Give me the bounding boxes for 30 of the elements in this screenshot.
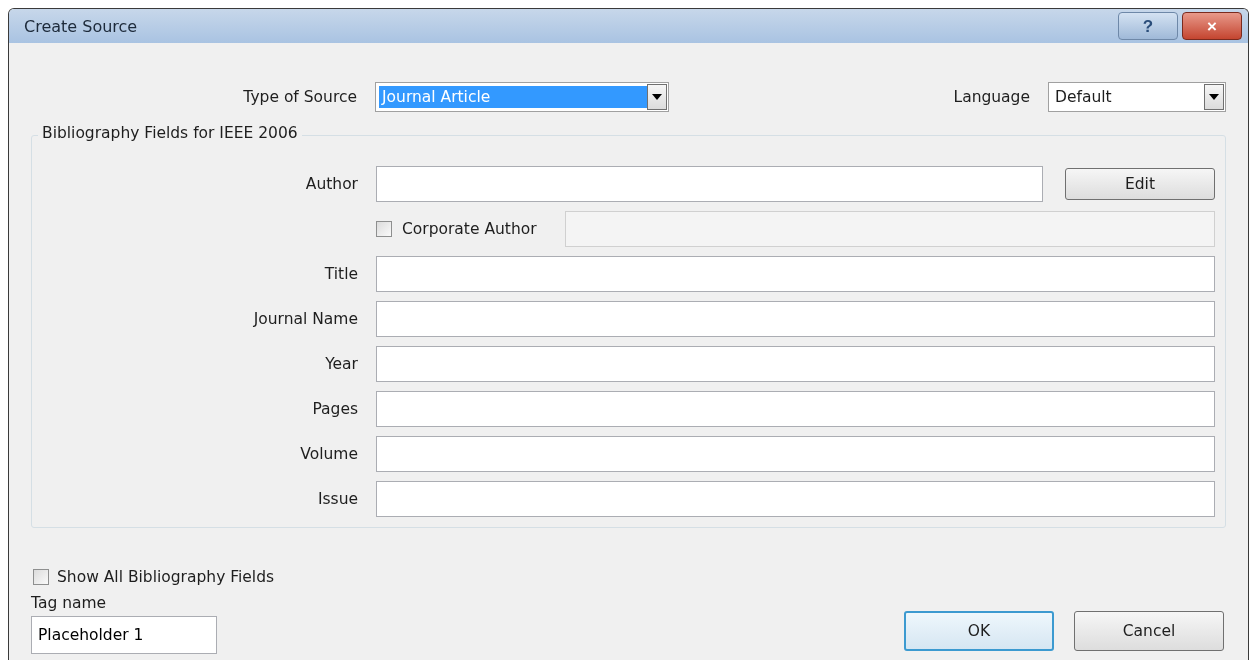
field-label: Volume bbox=[299, 445, 358, 463]
field-label: Title bbox=[323, 265, 358, 283]
cancel-button[interactable]: Cancel bbox=[1074, 611, 1224, 651]
window-title: Create Source bbox=[24, 16, 138, 36]
field-label: Journal Name bbox=[252, 310, 358, 328]
group-title: Bibliography Fields for IEEE 2006 bbox=[38, 124, 302, 142]
field-label: Issue bbox=[316, 490, 358, 508]
text-field[interactable] bbox=[376, 481, 1215, 517]
checkbox-label: Show All Bibliography Fields bbox=[57, 568, 275, 586]
text-field[interactable] bbox=[376, 346, 1215, 382]
help-button[interactable]: ? bbox=[1118, 12, 1178, 40]
field-label: Author bbox=[304, 175, 358, 193]
language-dropdown[interactable]: Default bbox=[1048, 82, 1226, 112]
edit-button[interactable]: Edit bbox=[1065, 168, 1215, 200]
checkbox-label: Corporate Author bbox=[402, 220, 537, 238]
checkbox[interactable] bbox=[33, 569, 49, 585]
field-label: Pages bbox=[311, 400, 358, 418]
field-label: Language bbox=[953, 88, 1030, 106]
ok-button[interactable]: OK bbox=[904, 611, 1054, 651]
dropdown-value: Default bbox=[1054, 87, 1113, 108]
tag-name-field[interactable]: Placeholder 1 bbox=[31, 616, 217, 654]
text-field[interactable] bbox=[376, 391, 1215, 427]
text-field[interactable] bbox=[376, 256, 1215, 292]
field-label: Year bbox=[324, 355, 358, 373]
text-field[interactable] bbox=[376, 166, 1043, 202]
field-label: Tag name bbox=[31, 594, 108, 612]
field-label: Type of Source bbox=[242, 88, 357, 106]
text-field[interactable] bbox=[376, 436, 1215, 472]
dropdown-value: Journal Article bbox=[379, 86, 647, 108]
text-field[interactable] bbox=[376, 301, 1215, 337]
